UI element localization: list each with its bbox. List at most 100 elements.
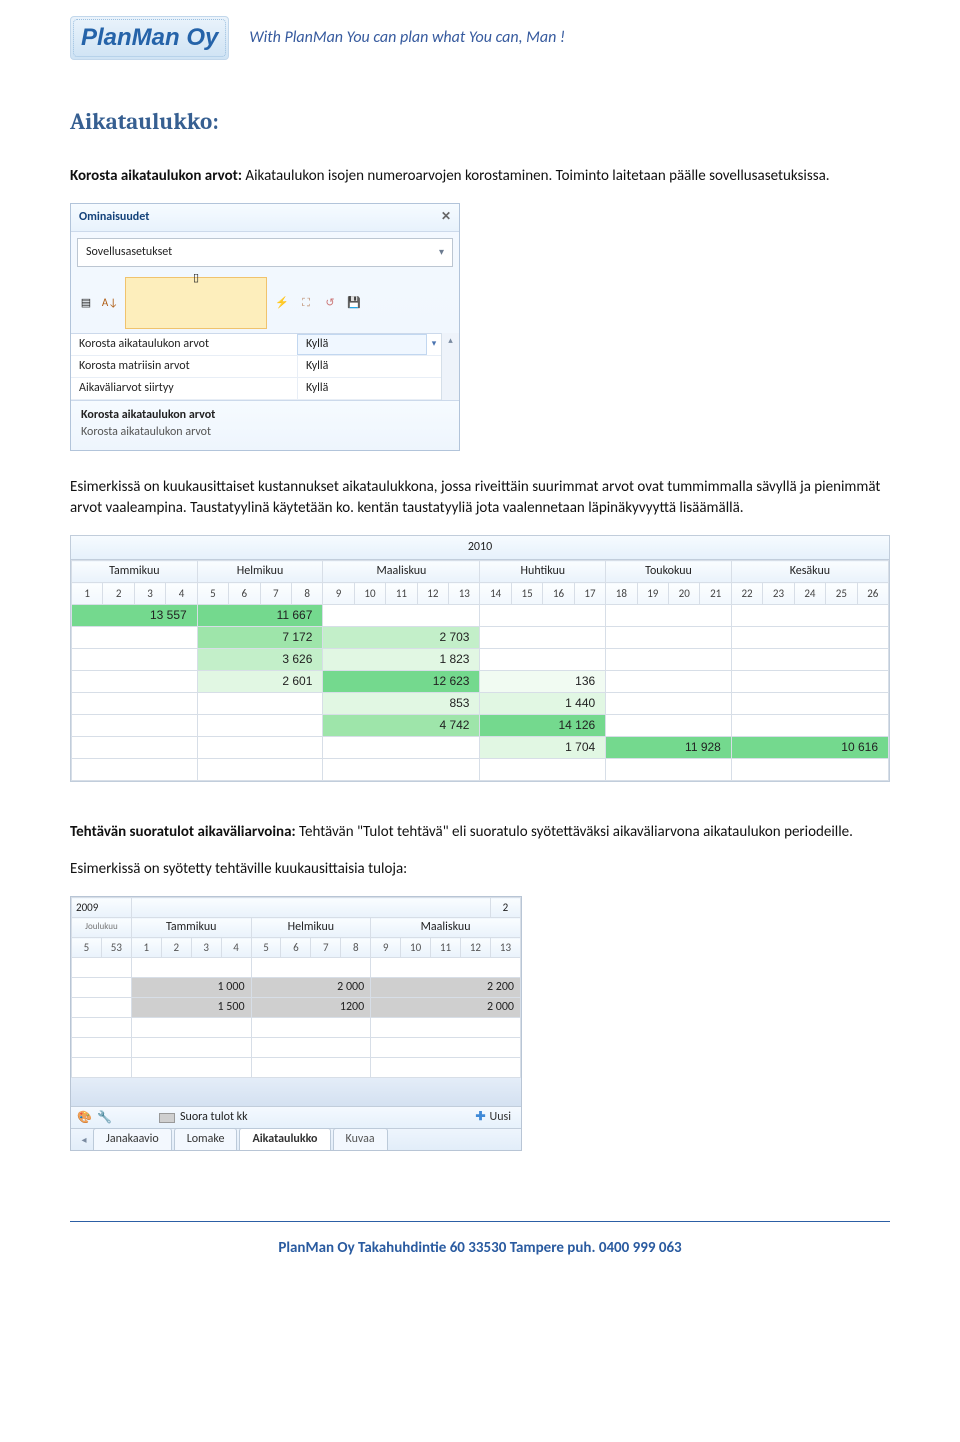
week-header: 16 xyxy=(543,583,574,605)
logo: PlanMan Oy xyxy=(70,16,229,60)
week-header: 4 xyxy=(221,938,251,958)
mini-cell xyxy=(371,958,521,978)
mini-cell[interactable]: 2 200 xyxy=(371,978,521,998)
schedule-cell xyxy=(480,759,606,781)
filter-icon[interactable]: ⛶ xyxy=(297,294,315,312)
week-header: 21 xyxy=(700,583,731,605)
week-header: 9 xyxy=(371,938,401,958)
month-header: Tammikuu xyxy=(131,918,251,938)
plus-icon: ✚ xyxy=(475,1109,485,1126)
year-right: 2 xyxy=(490,898,520,918)
tab-kuvaa[interactable]: Kuvaa xyxy=(333,1128,388,1150)
week-header: 13 xyxy=(449,583,480,605)
mini-cell[interactable]: 1200 xyxy=(251,998,371,1018)
month-header: Toukokuu xyxy=(606,561,732,583)
schedule-cell xyxy=(72,715,198,737)
schedule-cell xyxy=(72,737,198,759)
mini-cell xyxy=(72,1058,132,1078)
mini-cell xyxy=(131,1018,251,1038)
week-header: 5 xyxy=(72,938,102,958)
week-header: 6 xyxy=(229,583,260,605)
month-header-prev: Joulukuu xyxy=(72,918,132,938)
paragraph-1-bold: Korosta aikataulukon arvot: xyxy=(70,167,242,185)
paragraph-2: Esimerkissä on kuukausittaiset kustannuk… xyxy=(70,477,890,519)
tagline: With PlanMan You can plan what You can, … xyxy=(249,27,565,49)
month-header: Helmikuu xyxy=(197,561,323,583)
mini-cell[interactable]: 1 500 xyxy=(131,998,251,1018)
mini-cell xyxy=(251,1038,371,1058)
week-header: 10 xyxy=(401,938,431,958)
schedule-cell xyxy=(197,737,323,759)
property-description: Korosta aikataulukon arvot Korosta aikat… xyxy=(71,400,459,451)
week-header: 26 xyxy=(857,583,888,605)
schedule-cell: 11 667 xyxy=(197,605,323,627)
month-header: Helmikuu xyxy=(251,918,371,938)
alphabetical-icon[interactable]: A↓ xyxy=(101,294,119,312)
week-header: 14 xyxy=(480,583,511,605)
mini-cell xyxy=(251,1018,371,1038)
mini-cell xyxy=(251,1058,371,1078)
scroll-up-icon[interactable]: ▴ xyxy=(448,335,453,348)
properties-category-combo[interactable]: Sovellusasetukset ▾ xyxy=(77,238,453,267)
week-header: 17 xyxy=(574,583,605,605)
schedule-cell xyxy=(731,715,888,737)
schedule-cell xyxy=(323,759,480,781)
month-header: Tammikuu xyxy=(72,561,198,583)
mini-cell[interactable]: 2 000 xyxy=(251,978,371,998)
mini-cell[interactable]: 2 000 xyxy=(371,998,521,1018)
property-value[interactable]: Kyllä xyxy=(297,356,427,377)
wrench-icon[interactable]: 🔧 xyxy=(97,1110,113,1126)
property-pages-icon[interactable]: ▯ xyxy=(125,277,267,329)
week-header: 7 xyxy=(260,583,291,605)
mini-footer-bar: 🎨 🔧 Suora tulot kk ✚ Uusi xyxy=(71,1106,521,1128)
mini-cell xyxy=(251,958,371,978)
mini-cell[interactable]: 1 000 xyxy=(131,978,251,998)
categorized-icon[interactable]: ▤ xyxy=(77,294,95,312)
week-header: 25 xyxy=(826,583,857,605)
mini-cell xyxy=(72,998,132,1018)
week-header: 53 xyxy=(101,938,131,958)
schedule-cell: 11 928 xyxy=(606,737,732,759)
mini-cell xyxy=(371,1018,521,1038)
property-value[interactable]: Kyllä xyxy=(297,378,427,399)
week-header: 8 xyxy=(291,583,322,605)
tab-aikataulukko[interactable]: Aikataulukko xyxy=(239,1128,330,1150)
schedule-cell: 13 557 xyxy=(72,605,198,627)
close-icon[interactable]: ✕ xyxy=(441,209,451,226)
tab-janakaavio[interactable]: Janakaavio xyxy=(93,1128,172,1150)
property-description-title: Korosta aikataulukon arvot xyxy=(81,407,449,424)
property-row[interactable]: Korosta matriisin arvotKyllä xyxy=(71,356,441,378)
document-footer: PlanMan Oy Takahuhdintie 60 33530 Tamper… xyxy=(70,1221,890,1259)
property-row[interactable]: Aikaväliarvot siirtyyKyllä xyxy=(71,378,441,400)
week-header: 9 xyxy=(323,583,354,605)
week-header: 4 xyxy=(166,583,197,605)
reset-icon[interactable]: ↺ xyxy=(321,294,339,312)
property-name: Aikaväliarvot siirtyy xyxy=(71,380,297,397)
paragraph-1: Korosta aikataulukon arvot: Aikataulukon… xyxy=(70,166,890,187)
property-value[interactable]: Kyllä xyxy=(297,334,427,355)
schedule-cell xyxy=(480,627,606,649)
save-icon[interactable]: 💾 xyxy=(345,294,363,312)
week-header: 19 xyxy=(637,583,668,605)
week-header: 7 xyxy=(311,938,341,958)
chevron-down-icon: ▾ xyxy=(439,245,444,259)
property-description-text: Korosta aikataulukon arvot xyxy=(81,424,449,441)
mini-cell xyxy=(371,1038,521,1058)
schedule-year-header: 2010 xyxy=(71,536,889,560)
scrollbar[interactable]: ▴ xyxy=(441,333,459,400)
schedule-cell: 7 172 xyxy=(197,627,323,649)
legend-label: Suora tulot kk xyxy=(180,1109,248,1126)
schedule-cell xyxy=(731,671,888,693)
week-header: 22 xyxy=(731,583,762,605)
schedule-cell xyxy=(606,627,732,649)
schedule-cell: 1 704 xyxy=(480,737,606,759)
scroll-left-icon[interactable]: ◂ xyxy=(75,1133,93,1147)
property-row[interactable]: Korosta aikataulukon arvotKyllä▾ xyxy=(71,334,441,356)
palette-icon[interactable]: 🎨 xyxy=(77,1110,93,1126)
schedule-cell: 4 742 xyxy=(323,715,480,737)
tab-lomake[interactable]: Lomake xyxy=(174,1128,238,1150)
chevron-down-icon[interactable]: ▾ xyxy=(427,338,441,351)
events-icon[interactable]: ⚡ xyxy=(273,294,291,312)
mini-cell xyxy=(72,1038,132,1058)
new-button[interactable]: ✚ Uusi xyxy=(465,1109,521,1126)
